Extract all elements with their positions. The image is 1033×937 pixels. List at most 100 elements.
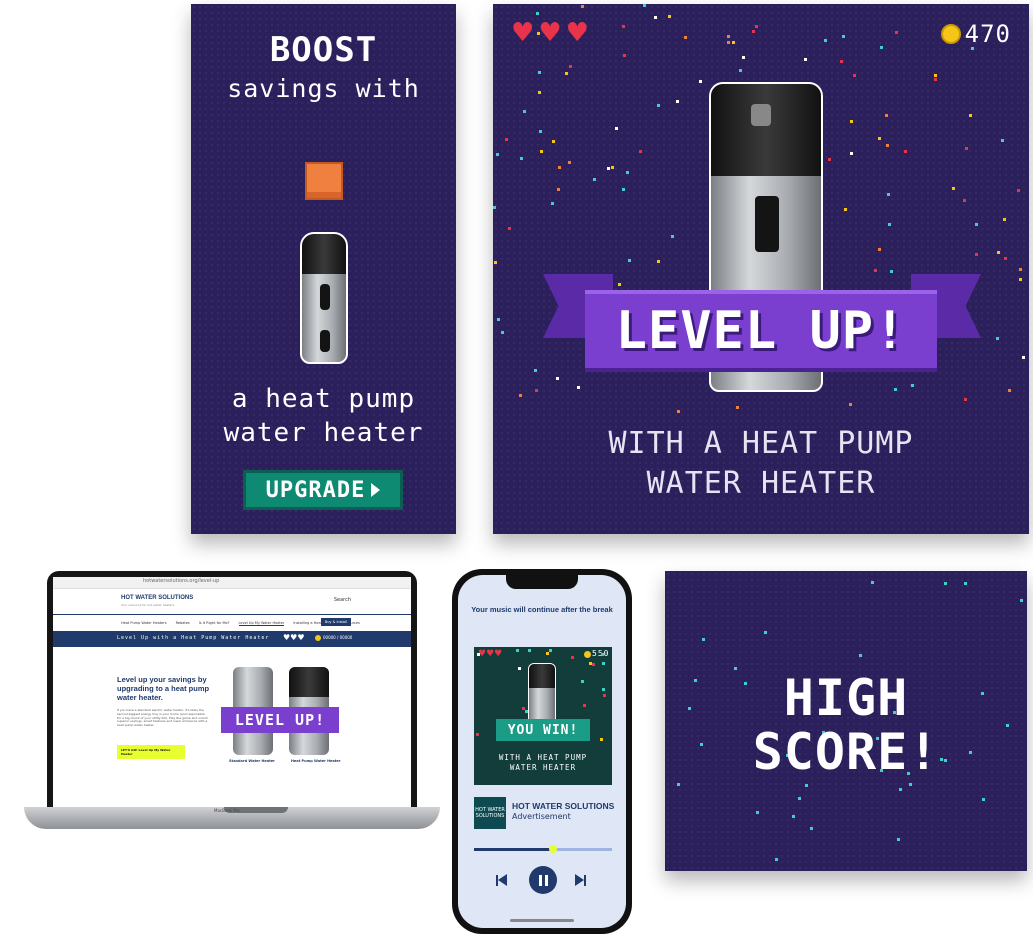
confetti-dot (603, 694, 606, 697)
confetti-dot (952, 187, 955, 190)
nav-item[interactable]: Level Up My Water Heater (238, 621, 285, 626)
high-score-ad[interactable]: HIGH SCORE! (665, 571, 1027, 871)
level-up-tagline-line2: WATER HEATER (646, 466, 876, 501)
confetti-dot (535, 389, 538, 392)
level-up-ad[interactable]: ♥ ♥ ♥ 470 LEVEL UP! WITH A HEAT PUMP WAT… (493, 4, 1029, 534)
site-search[interactable]: Search (334, 597, 351, 603)
hero-body: If you have a standard electric water he… (117, 708, 209, 727)
confetti-dot (982, 798, 985, 801)
laptop-brand: MacBook Pro (214, 808, 240, 813)
progress-thumb[interactable] (548, 845, 557, 853)
confetti-dot (520, 157, 523, 160)
boost-ad[interactable]: BOOST savings with a heat pump water hea… (191, 4, 456, 534)
laptop-ribbon-text: LEVEL UP! (234, 711, 326, 729)
confetti-dot (496, 153, 499, 156)
confetti-dot (804, 58, 807, 61)
confetti-dot (874, 269, 877, 272)
sponsor-logo[interactable]: HOT WATER SOLUTIONS (474, 797, 506, 829)
confetti-dot (899, 788, 902, 791)
upgrade-button[interactable]: UPGRADE (243, 470, 403, 510)
address-bar[interactable]: hotwatersolutions.org/level-up (53, 577, 411, 589)
upgrade-button-label: UPGRADE (265, 477, 366, 503)
pause-icon (538, 874, 542, 886)
confetti-dot (593, 178, 596, 181)
confetti-dot (626, 171, 629, 174)
brick-icon (305, 162, 343, 200)
boost-subtitle: savings with (227, 74, 420, 103)
nav-button[interactable]: Buy & Install (320, 618, 351, 626)
confetti-dot (519, 394, 522, 397)
confetti-dot (909, 783, 912, 786)
confetti-dot (639, 150, 642, 153)
confetti-dot (886, 144, 889, 147)
caption-standard: Standard Water Heater (229, 759, 275, 763)
confetti-dot (552, 140, 555, 143)
confetti-dot (775, 858, 778, 861)
confetti-dot (727, 35, 730, 38)
sponsor-subtitle: Advertisement (512, 812, 571, 821)
confetti-dot (964, 398, 967, 401)
confetti-dot (964, 582, 967, 585)
previous-button[interactable] (496, 872, 512, 888)
progress-track[interactable] (474, 845, 612, 853)
boost-body-line2: water heater (223, 418, 424, 448)
next-button[interactable] (575, 872, 591, 888)
confetti-dot (523, 110, 526, 113)
confetti-dot (602, 688, 605, 691)
confetti-dot (618, 283, 621, 286)
level-up-text: LEVEL UP! (615, 301, 907, 361)
confetti-dot (849, 403, 852, 406)
nav-item[interactable]: Rebates (176, 621, 190, 625)
confetti-dot (732, 41, 735, 44)
nav-item[interactable]: Heat Pump Water Heaters (121, 621, 167, 625)
confetti-dot (522, 707, 525, 710)
confetti-dot (1004, 257, 1007, 260)
confetti-dot (885, 114, 888, 117)
confetti-dot (536, 12, 539, 15)
water-heater-image (300, 232, 348, 364)
nav-item[interactable]: Is It Right for Me? (199, 621, 230, 625)
next-icon (584, 874, 586, 886)
high-score-line1: HIGH (783, 669, 909, 727)
confetti-dot (756, 811, 759, 814)
confetti-dot (611, 166, 614, 169)
confetti-dot (1003, 218, 1006, 221)
confetti-dot (622, 188, 625, 191)
confetti-dot (601, 653, 604, 656)
play-arrow-icon (371, 483, 381, 497)
confetti-dot (549, 649, 552, 652)
confetti-dot (602, 662, 605, 665)
sponsor-logo-line2: SOLUTIONS (475, 813, 505, 819)
confetti-dot (878, 137, 881, 140)
confetti-dot (1020, 599, 1023, 602)
progress-fill (474, 845, 557, 853)
confetti-dot (615, 127, 618, 130)
phone-ribbon: YOU WIN! (496, 719, 590, 741)
confetti-dot (571, 656, 574, 659)
level-up-tagline-line1: WITH A HEAT PUMP (608, 426, 914, 461)
confetti-dot (677, 410, 680, 413)
confetti-dot (671, 235, 674, 238)
confetti-dot (904, 150, 907, 153)
hero-cta-button[interactable]: LET'S GO! Level Up My Water Heater (117, 745, 185, 759)
phone-ad-tagline-line2: WATER HEATER (509, 763, 577, 772)
confetti-dot (727, 41, 730, 44)
confetti-dot (540, 150, 543, 153)
confetti-dot (607, 167, 610, 170)
confetti-dot (975, 223, 978, 226)
pause-button[interactable] (529, 866, 557, 894)
confetti-dot (577, 386, 580, 389)
confetti-dot (657, 260, 660, 263)
site-logo[interactable]: HOT WATER SOLUTIONS (121, 595, 193, 601)
confetti-dot (897, 838, 900, 841)
confetti-dot (798, 797, 801, 800)
confetti-dot (742, 56, 745, 59)
confetti-dot (805, 784, 808, 787)
confetti-dot (476, 733, 479, 736)
confetti-dot (505, 138, 508, 141)
phone-ad[interactable]: ♥♥♥ 550 YOU WIN! WITH A HEAT PUMP WATER … (474, 647, 612, 785)
confetti-dot (878, 248, 881, 251)
confetti-dot (934, 74, 937, 77)
confetti-dot (871, 581, 874, 584)
confetti-dot (1001, 139, 1004, 142)
